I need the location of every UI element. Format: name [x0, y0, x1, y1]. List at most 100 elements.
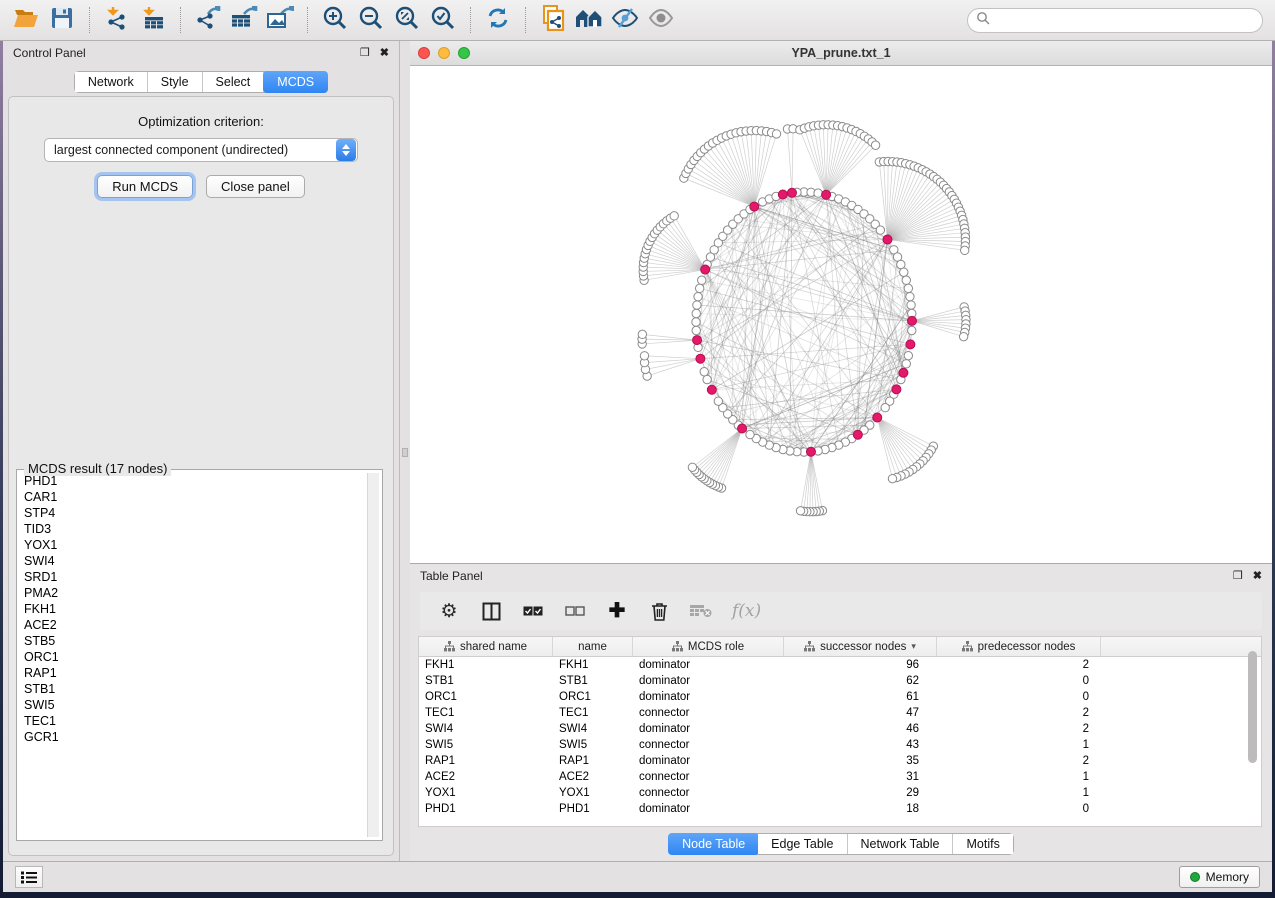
tab-select[interactable]: Select — [203, 72, 265, 92]
table-cell[interactable]: RAP1 — [419, 753, 553, 769]
column-header-successor-nodes[interactable]: successor nodes ▾ — [784, 637, 937, 656]
export-image-button[interactable] — [264, 4, 296, 36]
tab-style[interactable]: Style — [148, 72, 203, 92]
table-cell[interactable]: 2 — [937, 753, 1101, 769]
table-cell[interactable]: 62 — [784, 673, 937, 689]
network-node[interactable] — [638, 330, 646, 338]
table-cell[interactable]: 29 — [784, 785, 937, 801]
table-cell[interactable]: 46 — [784, 721, 937, 737]
column-header-predecessor-nodes[interactable]: predecessor nodes — [937, 637, 1101, 656]
table-cell[interactable]: dominator — [633, 721, 784, 737]
zoom-in-button[interactable] — [319, 4, 351, 36]
open-file-button[interactable] — [10, 4, 42, 36]
clone-network-button[interactable] — [537, 4, 569, 36]
mcds-result-item[interactable]: TEC1 — [20, 713, 367, 729]
mcds-hub-node[interactable] — [822, 190, 831, 199]
table-cell[interactable]: 96 — [784, 657, 937, 673]
table-row[interactable]: TEC1TEC1connector472 — [419, 705, 1261, 721]
network-node[interactable] — [881, 404, 889, 412]
mcds-result-item[interactable]: PMA2 — [20, 585, 367, 601]
search-input[interactable] — [990, 12, 1240, 28]
table-cell[interactable]: 47 — [784, 705, 937, 721]
network-node[interactable] — [698, 276, 706, 284]
network-node[interactable] — [796, 507, 804, 515]
mcds-result-item[interactable]: RAP1 — [20, 665, 367, 681]
table-row[interactable]: SWI5SWI5connector431 — [419, 737, 1261, 753]
table-cell[interactable]: ACE2 — [419, 769, 553, 785]
table-cell[interactable]: SWI5 — [553, 737, 633, 753]
network-node[interactable] — [906, 292, 914, 300]
table-cell[interactable]: ACE2 — [553, 769, 633, 785]
table-cell[interactable]: STB1 — [419, 673, 553, 689]
table-scrollbar-thumb[interactable] — [1248, 651, 1257, 763]
table-cell[interactable]: 2 — [937, 721, 1101, 737]
export-network-button[interactable] — [192, 4, 224, 36]
table-cell[interactable]: 2 — [937, 657, 1101, 673]
network-node[interactable] — [714, 397, 722, 405]
select-all-columns-icon[interactable] — [522, 600, 544, 622]
mcds-hub-node[interactable] — [906, 340, 915, 349]
network-node[interactable] — [695, 284, 703, 292]
task-history-button[interactable] — [15, 866, 43, 888]
network-node[interactable] — [700, 368, 708, 376]
table-cell[interactable]: 1 — [937, 785, 1101, 801]
table-cell[interactable]: 43 — [784, 737, 937, 753]
table-cell[interactable]: 61 — [784, 689, 937, 705]
show-all-button[interactable] — [645, 4, 677, 36]
network-node[interactable] — [897, 260, 905, 268]
mcds-hub-node[interactable] — [778, 190, 787, 199]
table-row[interactable]: SWI4SWI4dominator462 — [419, 721, 1261, 737]
table-cell[interactable]: PHD1 — [553, 801, 633, 817]
mcds-result-item[interactable]: YOX1 — [20, 537, 367, 553]
memory-button[interactable]: Memory — [1179, 866, 1260, 888]
table-cell[interactable]: FKH1 — [553, 657, 633, 673]
mcds-result-item[interactable]: FKH1 — [20, 601, 367, 617]
mcds-hub-node[interactable] — [883, 235, 892, 244]
network-node[interactable] — [814, 189, 822, 197]
table-cell[interactable]: STB1 — [553, 673, 633, 689]
network-node[interactable] — [902, 360, 910, 368]
refresh-layout-button[interactable] — [482, 4, 514, 36]
mcds-hub-node[interactable] — [696, 354, 705, 363]
table-row[interactable]: PHD1PHD1dominator180 — [419, 801, 1261, 817]
tab-network[interactable]: Network — [75, 72, 148, 92]
tab-motifs[interactable]: Motifs — [953, 834, 1012, 854]
search-field[interactable] — [967, 8, 1263, 33]
mcds-result-item[interactable]: PHD1 — [20, 473, 367, 489]
table-cell[interactable]: TEC1 — [553, 705, 633, 721]
table-cell[interactable]: connector — [633, 705, 784, 721]
table-row[interactable]: YOX1YOX1connector291 — [419, 785, 1261, 801]
table-cell[interactable]: dominator — [633, 753, 784, 769]
import-network-button[interactable] — [101, 4, 133, 36]
mcds-hub-node[interactable] — [899, 368, 908, 377]
mcds-result-item[interactable]: TID3 — [20, 521, 367, 537]
table-settings-gear-icon[interactable]: ⚙ — [438, 600, 460, 622]
mcds-hub-node[interactable] — [853, 430, 862, 439]
run-mcds-button[interactable]: Run MCDS — [97, 175, 193, 198]
mcds-hub-node[interactable] — [701, 265, 710, 274]
tab-edge-table[interactable]: Edge Table — [758, 834, 847, 854]
mcds-result-item[interactable]: ORC1 — [20, 649, 367, 665]
table-row[interactable]: ACE2ACE2connector311 — [419, 769, 1261, 785]
mcds-hub-node[interactable] — [750, 202, 759, 211]
mcds-result-item[interactable]: SWI4 — [20, 553, 367, 569]
table-cell[interactable]: connector — [633, 769, 784, 785]
table-cell[interactable]: YOX1 — [419, 785, 553, 801]
tab-node-table[interactable]: Node Table — [668, 833, 759, 855]
mcds-result-item[interactable]: STP4 — [20, 505, 367, 521]
hide-selected-button[interactable] — [609, 4, 641, 36]
table-row[interactable]: RAP1RAP1dominator352 — [419, 753, 1261, 769]
import-table-button[interactable] — [137, 4, 169, 36]
close-panel-icon[interactable]: ✖ — [380, 48, 389, 59]
network-node[interactable] — [871, 141, 879, 149]
table-cell[interactable]: RAP1 — [553, 753, 633, 769]
network-node[interactable] — [908, 326, 916, 334]
mcds-hub-node[interactable] — [907, 316, 916, 325]
mcds-list-scrollbar[interactable] — [367, 473, 379, 837]
mcds-hub-node[interactable] — [738, 424, 747, 433]
mcds-hub-node[interactable] — [693, 336, 702, 345]
table-cell[interactable]: ORC1 — [419, 689, 553, 705]
table-cell[interactable]: 1 — [937, 737, 1101, 753]
show-columns-icon[interactable] — [480, 600, 502, 622]
mcds-result-item[interactable]: CAR1 — [20, 489, 367, 505]
